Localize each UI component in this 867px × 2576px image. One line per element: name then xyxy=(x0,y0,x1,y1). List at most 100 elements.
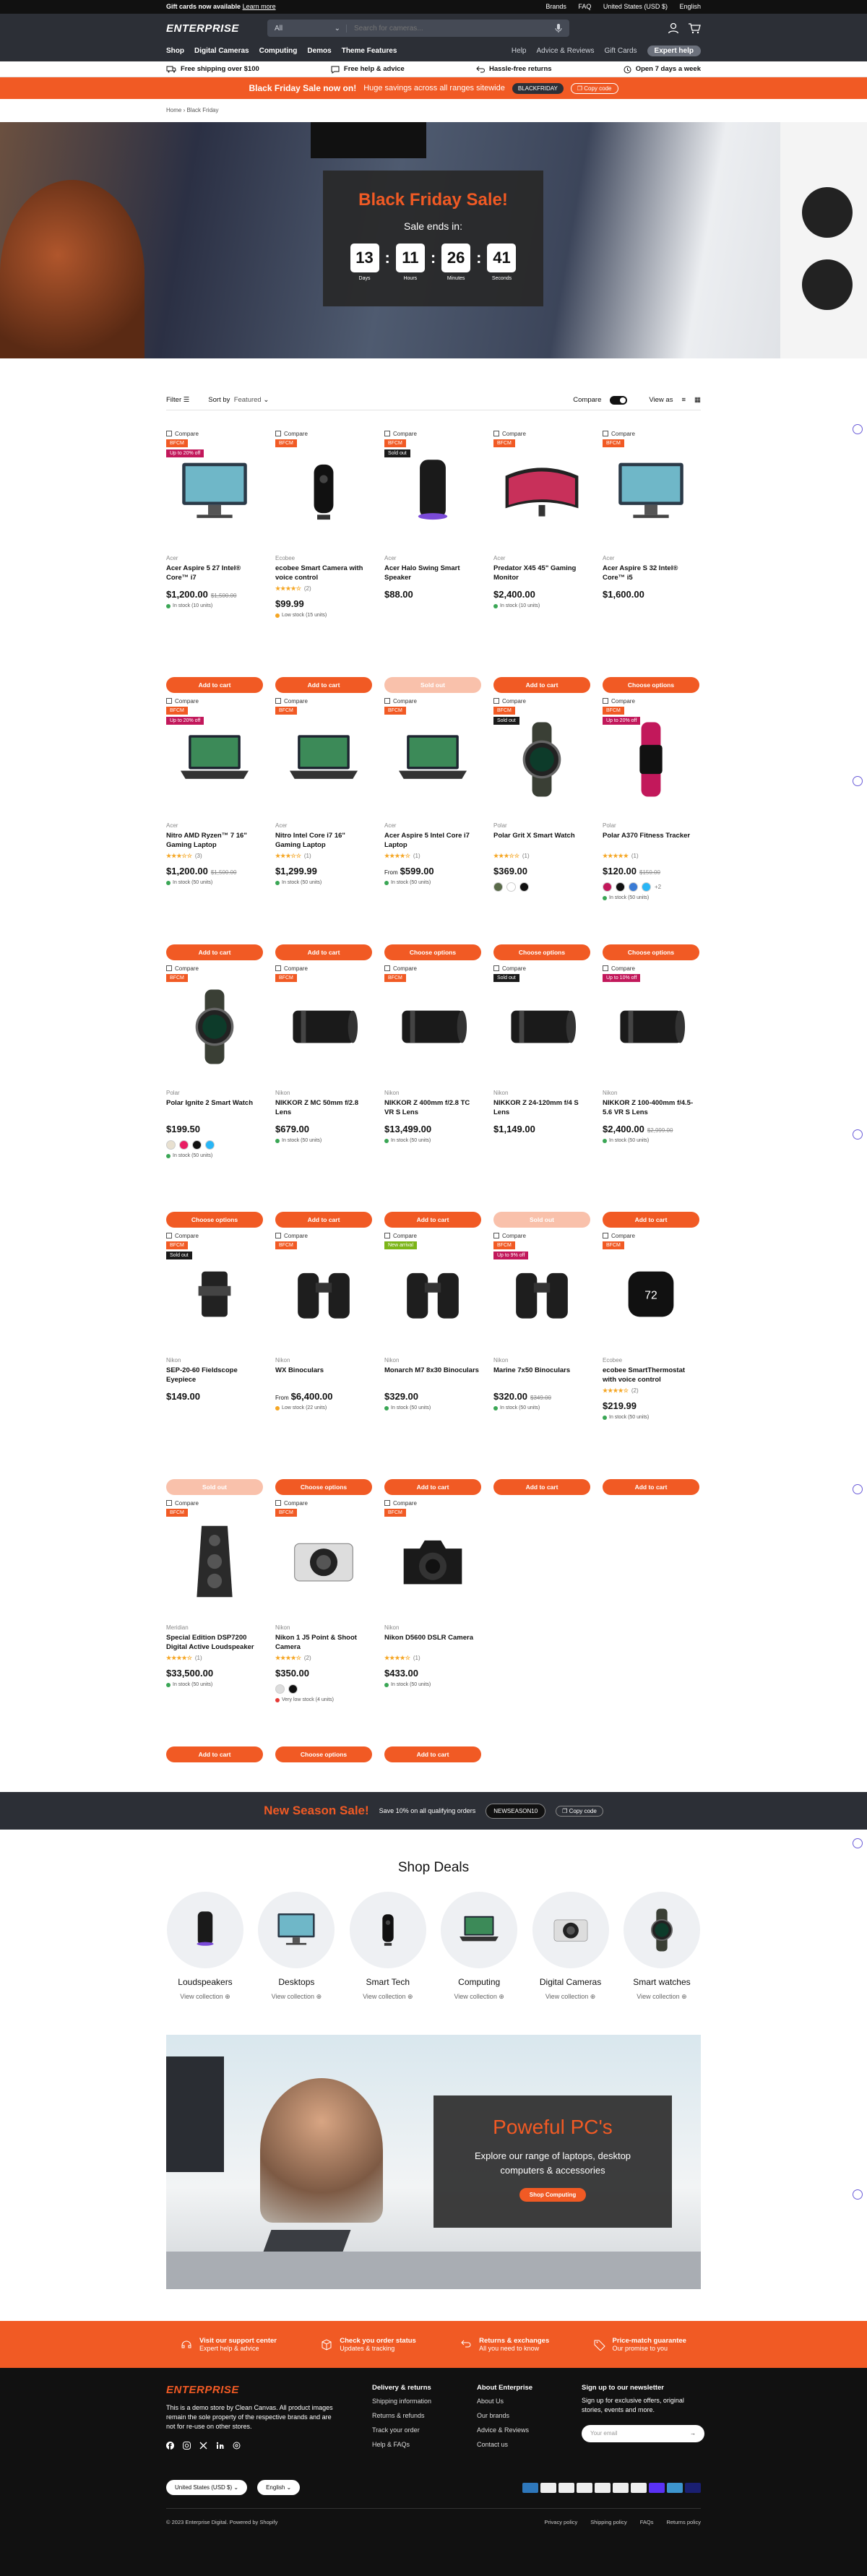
add-to-cart-button[interactable]: Add to cart xyxy=(166,677,263,693)
add-to-cart-button[interactable]: Add to cart xyxy=(384,1212,481,1228)
policy-link[interactable]: Shipping policy xyxy=(590,2519,626,2525)
add-to-cart-button[interactable]: Choose options xyxy=(275,1479,372,1495)
filter-button[interactable]: Filter ☰ xyxy=(166,396,189,404)
deal-category[interactable]: Desktops View collection ⊕ xyxy=(257,1892,335,2001)
product-card[interactable]: Compare BFCM Up to 20% off Polar Polar A370 … xyxy=(603,697,699,964)
product-image[interactable]: BFCM Up to 20% off xyxy=(166,438,263,546)
list-view-icon[interactable]: ≡ xyxy=(681,396,686,404)
compare-checkbox[interactable]: Compare xyxy=(384,697,481,705)
color-swatch[interactable] xyxy=(616,882,625,892)
country-selector[interactable]: United States (USD $) ⌄ xyxy=(166,2480,248,2495)
product-title[interactable]: Polar Grit X Smart Watch xyxy=(493,831,590,850)
product-card[interactable]: Compare BFCM Nikon WX Binoculars From $6,400.… xyxy=(275,1231,372,1499)
product-image[interactable]: BFCM xyxy=(275,1240,372,1348)
product-title[interactable]: Polar Ignite 2 Smart Watch xyxy=(166,1098,263,1117)
compare-checkbox[interactable]: Compare xyxy=(384,1499,481,1507)
threads-icon[interactable] xyxy=(233,2442,241,2450)
support-center-link[interactable]: Visit our support center Expert help & ad… xyxy=(181,2337,277,2352)
nav-theme-features[interactable]: Theme Features xyxy=(342,47,397,55)
compare-checkbox[interactable]: Compare xyxy=(275,697,372,705)
compare-checkbox[interactable]: Compare xyxy=(166,964,263,973)
cart-icon[interactable] xyxy=(688,22,701,34)
expert-help-button[interactable]: Expert help xyxy=(647,45,701,56)
nav-demos[interactable]: Demos xyxy=(307,47,331,55)
color-swatch[interactable] xyxy=(179,1140,189,1150)
copy-code-button[interactable]: ❐ Copy code xyxy=(556,1805,603,1817)
product-title[interactable]: ecobee Smart Camera with voice control xyxy=(275,564,372,582)
category-name[interactable]: Smart Tech xyxy=(349,1977,427,1987)
footer-link[interactable]: Our brands xyxy=(477,2412,582,2419)
add-to-cart-button[interactable]: Add to cart xyxy=(166,944,263,960)
product-image[interactable]: BFCM xyxy=(384,705,481,814)
product-image[interactable]: BFCM xyxy=(275,438,372,546)
product-title[interactable]: ecobee SmartThermostat with voice contro… xyxy=(603,1366,699,1384)
chat-widget-icon[interactable] xyxy=(853,1838,863,1848)
chat-widget-icon[interactable] xyxy=(853,776,863,786)
product-image[interactable]: Sold out xyxy=(493,973,590,1081)
footer-link[interactable]: Returns & refunds xyxy=(372,2412,477,2419)
compare-checkbox[interactable]: Compare xyxy=(275,1231,372,1240)
compare-checkbox[interactable]: Compare xyxy=(603,429,699,438)
chat-widget-icon[interactable] xyxy=(853,424,863,434)
category-image[interactable] xyxy=(349,1892,426,1968)
brands-link[interactable]: Brands xyxy=(545,3,566,10)
product-title[interactable]: NIKKOR Z 24-120mm f/4 S Lens xyxy=(493,1098,590,1117)
language-selector[interactable]: English xyxy=(679,3,701,10)
view-collection-link[interactable]: View collection ⊕ xyxy=(257,1993,335,2001)
add-to-cart-button[interactable]: Choose options xyxy=(493,944,590,960)
add-to-cart-button[interactable]: Choose options xyxy=(166,1212,263,1228)
add-to-cart-button[interactable]: Choose options xyxy=(603,944,699,960)
product-card[interactable]: Compare BFCM Acer Acer Aspire S 32 Intel® C… xyxy=(603,429,699,697)
nav-gift-cards[interactable]: Gift Cards xyxy=(605,47,637,55)
compare-checkbox[interactable]: Compare xyxy=(275,1499,372,1507)
x-icon[interactable] xyxy=(199,2442,207,2450)
category-image[interactable] xyxy=(532,1892,609,1968)
color-swatch[interactable] xyxy=(629,882,638,892)
add-to-cart-button[interactable]: Add to cart xyxy=(493,1479,590,1495)
view-collection-link[interactable]: View collection ⊕ xyxy=(349,1993,427,2001)
learn-more-link[interactable]: Learn more xyxy=(243,3,276,10)
compare-checkbox[interactable]: Compare xyxy=(275,964,372,973)
product-card[interactable]: Compare BFCM Sold out Acer Acer Halo Swing S… xyxy=(384,429,481,697)
product-title[interactable]: SEP-20-60 Fieldscope Eyepiece xyxy=(166,1366,263,1384)
copy-code-button[interactable]: ❐ Copy code xyxy=(570,82,618,94)
product-image[interactable]: BFCM Up to 9% off xyxy=(493,1240,590,1348)
chat-widget-icon[interactable] xyxy=(853,2189,863,2200)
product-title[interactable]: Nikon D5600 DSLR Camera xyxy=(384,1633,481,1652)
product-image[interactable]: BFCM xyxy=(166,973,263,1081)
category-image[interactable] xyxy=(441,1892,518,1968)
add-to-cart-button[interactable]: Add to cart xyxy=(275,677,372,693)
color-swatch[interactable] xyxy=(642,882,651,892)
product-card[interactable]: Compare BFCM Ecobee ecobee Smart Camera wit… xyxy=(275,429,372,697)
view-collection-link[interactable]: View collection ⊕ xyxy=(440,1993,518,2001)
product-title[interactable]: Special Edition DSP7200 Digital Active L… xyxy=(166,1633,263,1652)
add-to-cart-button[interactable]: Add to cart xyxy=(275,1212,372,1228)
nav-digital-cameras[interactable]: Digital Cameras xyxy=(194,47,249,55)
policy-link[interactable]: Returns policy xyxy=(666,2519,701,2525)
product-card[interactable]: Compare BFCM Up to 20% off Acer Nitro AMD Ry… xyxy=(166,697,263,964)
product-image[interactable]: BFCM 72 xyxy=(603,1240,699,1348)
microphone-icon[interactable] xyxy=(555,24,562,33)
add-to-cart-button[interactable]: Add to cart xyxy=(493,677,590,693)
product-card[interactable]: Compare BFCM Meridian Special Edition DSP72… xyxy=(166,1499,263,1766)
add-to-cart-button[interactable]: Sold out xyxy=(493,1212,590,1228)
product-card[interactable]: Compare New arrival Nikon Monarch M7 8x30 B… xyxy=(384,1231,481,1499)
product-title[interactable]: NIKKOR Z MC 50mm f/2.8 Lens xyxy=(275,1098,372,1117)
color-swatch[interactable] xyxy=(506,882,516,892)
footer-link[interactable]: Shipping information xyxy=(372,2398,477,2405)
facebook-icon[interactable] xyxy=(166,2442,174,2450)
category-name[interactable]: Desktops xyxy=(257,1977,335,1987)
product-image[interactable]: BFCM xyxy=(166,1507,263,1616)
product-image[interactable]: BFCM xyxy=(603,438,699,546)
breadcrumb-home[interactable]: Home xyxy=(166,107,181,113)
product-image[interactable]: BFCM xyxy=(384,1507,481,1616)
language-selector[interactable]: English ⌄ xyxy=(257,2480,301,2495)
color-swatch[interactable] xyxy=(275,1684,285,1694)
product-card[interactable]: Compare BFCM Polar Polar Ignite 2 Smart Wat… xyxy=(166,964,263,1231)
category-name[interactable]: Computing xyxy=(440,1977,518,1987)
product-image[interactable]: BFCM Sold out xyxy=(384,438,481,546)
product-title[interactable]: Polar A370 Fitness Tracker xyxy=(603,831,699,850)
product-card[interactable]: Compare Up to 10% off Nikon NIKKOR Z 100-40… xyxy=(603,964,699,1231)
deal-category[interactable]: Loudspeakers View collection ⊕ xyxy=(166,1892,244,2001)
compare-checkbox[interactable]: Compare xyxy=(603,697,699,705)
